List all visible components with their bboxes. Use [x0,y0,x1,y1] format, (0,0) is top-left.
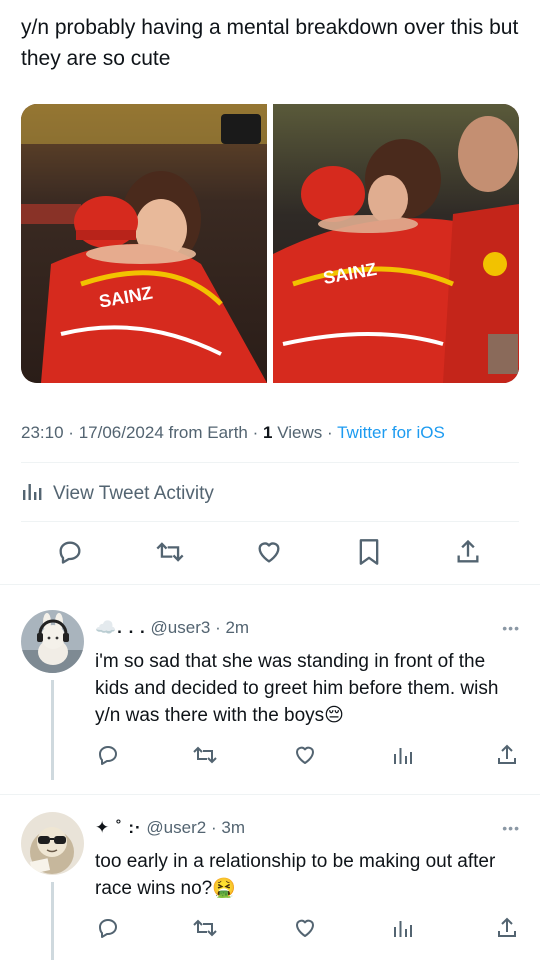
reply-icon[interactable] [95,742,121,768]
divider [0,794,540,795]
meta-separator: · [252,423,259,442]
photo-right[interactable]: SAINZ [273,104,519,383]
share-icon[interactable] [452,536,484,568]
reply-header: ☁️. . . @user3 · 2m [95,618,249,638]
analytics-icon [21,480,43,508]
reply-item[interactable]: ✦ ˚ :· @user2 · 3m ••• too early in a re… [0,800,540,960]
tweet-time: 23:10 [21,423,64,442]
divider [0,584,540,585]
share-icon[interactable] [494,742,520,768]
tweet-date: 17/06/2024 [78,423,164,442]
meta-separator: · [327,423,333,442]
reply-actions [0,915,540,941]
like-icon[interactable] [253,536,285,568]
display-name[interactable]: ☁️. . . [95,618,146,637]
reply-icon[interactable] [54,536,86,568]
display-name[interactable]: ✦ ˚ :· [95,818,142,837]
tweet-source-link[interactable]: Twitter for iOS [337,423,445,442]
more-icon[interactable]: ••• [502,820,520,836]
share-icon[interactable] [494,915,520,941]
tweet-location: from Earth [168,423,248,442]
photo-left[interactable]: SAINZ [21,104,267,383]
reply-actions [0,742,540,768]
meta-separator: · [68,423,74,442]
views-count: 1 [263,423,273,442]
retweet-icon[interactable] [154,536,186,568]
divider [21,521,519,522]
analytics-icon[interactable] [390,915,416,941]
tweet-actions [0,536,540,572]
reply-text: too early in a relationship to be making… [95,851,496,899]
tweet-meta: 23:10 · 17/06/2024 from Earth · 1 Views … [21,423,445,443]
reply-text: i'm so sad that she was standing in fron… [95,651,499,726]
reply-item[interactable]: ☁️. . . @user3 · 2m ••• i'm so sad that … [0,600,540,794]
avatar[interactable] [21,610,84,673]
view-activity-button[interactable]: View Tweet Activity [21,480,214,508]
tweet-text: y/n probably having a mental breakdown o… [21,16,519,70]
like-icon[interactable] [292,915,318,941]
reply-time: 2m [225,618,250,637]
reply-header: ✦ ˚ :· @user2 · 3m [95,818,245,838]
like-icon[interactable] [292,742,318,768]
reply-icon[interactable] [95,915,121,941]
reply-time: 3m [221,818,245,837]
avatar[interactable] [21,812,84,875]
media-grid: SAINZ SAINZ [21,104,519,383]
view-activity-label: View Tweet Activity [53,483,214,504]
handle[interactable]: @user2 [146,818,206,837]
meta-separator: · [215,618,221,637]
handle[interactable]: @user3 [151,618,211,637]
more-icon[interactable]: ••• [502,620,520,636]
meta-separator: · [210,818,217,837]
analytics-icon[interactable] [390,742,416,768]
retweet-icon[interactable] [192,915,218,941]
retweet-icon[interactable] [192,742,218,768]
views-label: Views [277,423,323,442]
divider [21,462,519,463]
bookmark-icon[interactable] [353,536,385,568]
